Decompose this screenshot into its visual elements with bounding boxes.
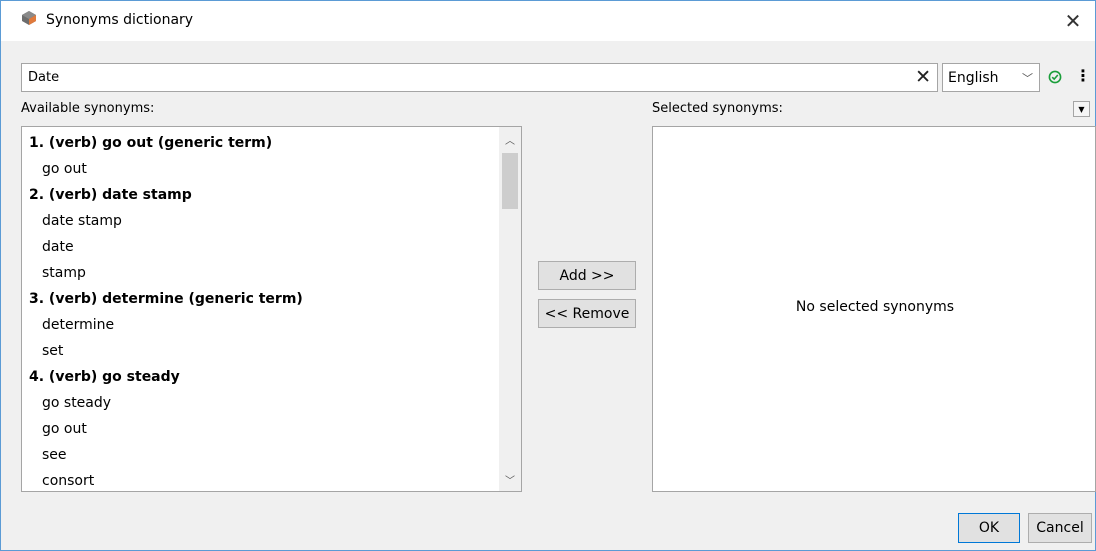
vertical-scrollbar[interactable]: ︿ ﹀ bbox=[499, 127, 521, 491]
available-items: 1. (verb) go out (generic term) go out 2. … bbox=[22, 130, 497, 491]
synonym-group-header[interactable]: 1. (verb) go out (generic term) bbox=[22, 130, 497, 156]
synonym-item[interactable]: stamp bbox=[22, 260, 497, 286]
synonym-item[interactable]: consort bbox=[22, 468, 497, 491]
synonym-group-header[interactable]: 3. (verb) determine (generic term) bbox=[22, 286, 497, 312]
title-bar: Synonyms dictionary ✕ bbox=[1, 1, 1095, 41]
synonym-group-header[interactable]: 4. (verb) go steady bbox=[22, 364, 497, 390]
more-options-icon[interactable]: ⋮ bbox=[1075, 67, 1091, 85]
clear-icon[interactable]: ✕ bbox=[915, 67, 931, 87]
available-synonyms-label: Available synonyms: bbox=[21, 101, 155, 116]
scroll-down-icon[interactable]: ﹀ bbox=[499, 469, 521, 489]
language-select[interactable]: English ﹀ bbox=[942, 63, 1040, 92]
synonym-item[interactable]: see bbox=[22, 442, 497, 468]
synonym-group-header[interactable]: 2. (verb) date stamp bbox=[22, 182, 497, 208]
check-circle-icon[interactable] bbox=[1048, 70, 1062, 84]
available-synonyms-list[interactable]: 1. (verb) go out (generic term) go out 2. … bbox=[21, 126, 522, 492]
cancel-button[interactable]: Cancel bbox=[1028, 513, 1092, 543]
synonym-item[interactable]: go out bbox=[22, 416, 497, 442]
search-input[interactable] bbox=[22, 64, 902, 91]
scroll-thumb[interactable] bbox=[502, 153, 518, 209]
ok-button[interactable]: OK bbox=[958, 513, 1020, 543]
synonym-item[interactable]: go steady bbox=[22, 390, 497, 416]
synonym-item[interactable]: date stamp bbox=[22, 208, 497, 234]
window-title: Synonyms dictionary bbox=[46, 12, 194, 28]
empty-state-text: No selected synonyms bbox=[795, 299, 955, 315]
selected-synonyms-label: Selected synonyms: bbox=[652, 101, 783, 116]
synonym-item[interactable]: go out bbox=[22, 156, 497, 182]
app-logo-icon bbox=[22, 11, 36, 25]
add-button[interactable]: Add >> bbox=[538, 261, 636, 290]
language-selected-value: English bbox=[948, 70, 999, 86]
synonyms-dialog: Synonyms dictionary ✕ ✕ English ﹀ ⋮ Avai… bbox=[0, 0, 1096, 551]
remove-button[interactable]: << Remove bbox=[538, 299, 636, 328]
selected-synonyms-list[interactable]: No selected synonyms bbox=[652, 126, 1096, 492]
chevron-down-icon: ﹀ bbox=[1022, 72, 1033, 85]
search-field[interactable]: ✕ bbox=[21, 63, 938, 92]
selected-options-dropdown[interactable]: ▼ bbox=[1073, 101, 1090, 117]
close-icon[interactable]: ✕ bbox=[1051, 1, 1095, 41]
synonym-item[interactable]: set bbox=[22, 338, 497, 364]
synonym-item[interactable]: date bbox=[22, 234, 497, 260]
synonym-item[interactable]: determine bbox=[22, 312, 497, 338]
scroll-up-icon[interactable]: ︿ bbox=[499, 129, 521, 149]
caret-down-icon: ▼ bbox=[1078, 104, 1085, 114]
